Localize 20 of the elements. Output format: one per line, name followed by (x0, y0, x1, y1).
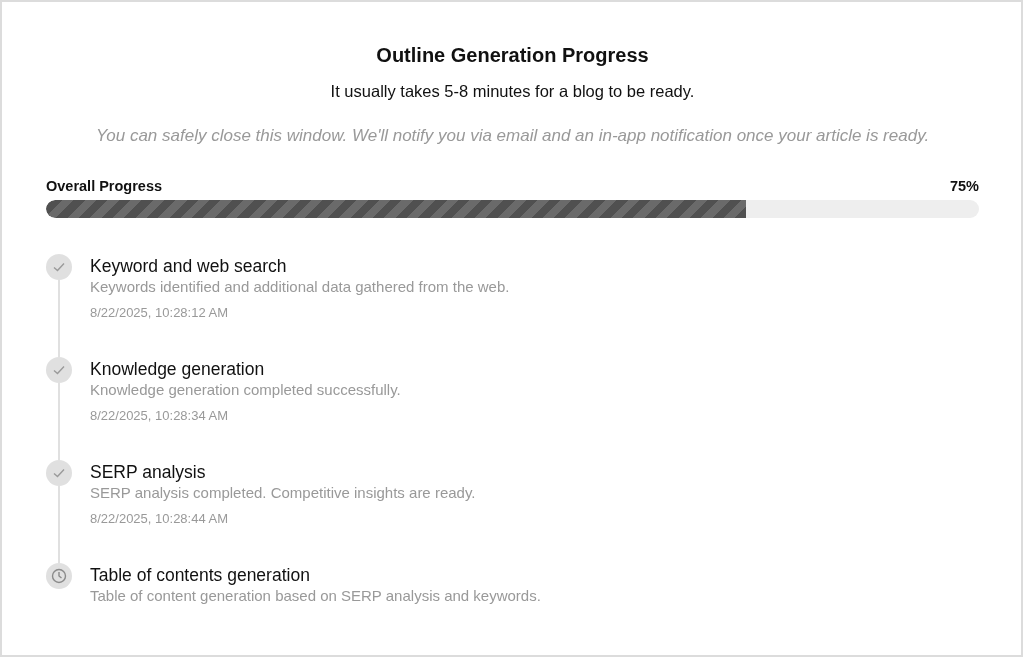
notice-text: You can safely close this window. We'll notify you via email and an in-app notification once your article is ready. (94, 125, 931, 147)
clock-icon (51, 568, 67, 584)
check-icon (53, 468, 65, 478)
step-timestamp: 8/22/2025, 10:28:44 AM (90, 510, 229, 528)
step-description: SERP analysis completed. Competitive insights are ready. (90, 483, 476, 503)
step-timestamp: 8/22/2025, 10:28:34 AM (90, 407, 229, 425)
step-description: Keywords identified and additional data gathered from the web. (90, 277, 510, 297)
subtitle: It usually takes 5-8 minutes for a blog to be ready. (329, 81, 696, 102)
check-icon (53, 365, 65, 375)
step-title: Table of contents generation (90, 564, 310, 586)
progress-percent: 75% (949, 177, 979, 196)
step-description: Knowledge generation completed successfully. (90, 380, 401, 400)
step-title: SERP analysis (90, 461, 206, 483)
step-title: Keyword and web search (90, 255, 287, 277)
step-description: Table of content generation based on SERP analysis and keywords. (90, 586, 541, 606)
step-title: Knowledge generation (90, 358, 265, 380)
page-title: Outline Generation Progress (375, 43, 650, 68)
progress-label: Overall Progress (46, 177, 163, 196)
check-icon (53, 262, 65, 272)
step-timestamp: 8/22/2025, 10:28:12 AM (90, 304, 229, 322)
